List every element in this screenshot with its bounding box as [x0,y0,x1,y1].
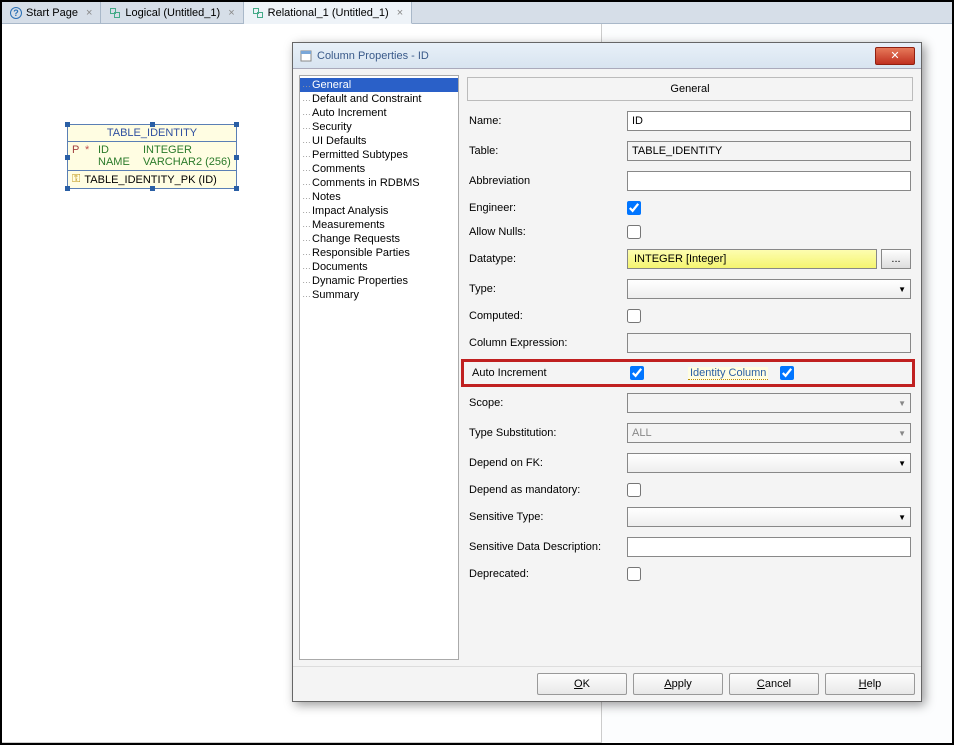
entity-columns: P * ID INTEGER NAME VARCHAR2 (256) [68,142,236,171]
type-label: Type: [465,283,615,295]
tree-item-comments[interactable]: Comments [300,162,458,176]
diagram-icon [109,7,121,19]
tree-item-comments-in-rdbms[interactable]: Comments in RDBMS [300,176,458,190]
name-label: Name: [465,115,615,127]
help-button[interactable]: Help [825,673,915,695]
chevron-down-icon: ▼ [898,429,906,438]
datatype-label: Datatype: [465,253,615,265]
allow-nulls-checkbox[interactable] [627,225,641,239]
column-expression-label: Column Expression: [465,337,615,349]
dialog-titlebar[interactable]: Column Properties - ID ✕ [293,43,921,69]
key-name: TABLE_IDENTITY_PK (ID) [84,174,216,186]
tree-item-notes[interactable]: Notes [300,190,458,204]
tree-item-default-and-constraint[interactable]: Default and Constraint [300,92,458,106]
apply-button[interactable]: Apply [633,673,723,695]
tree-item-measurements[interactable]: Measurements [300,218,458,232]
column-expression-field [627,333,911,353]
category-tree[interactable]: GeneralDefault and ConstraintAuto Increm… [299,75,459,660]
cancel-button[interactable]: Cancel [729,673,819,695]
scope-combo: ▼ [627,393,911,413]
computed-checkbox[interactable] [627,309,641,323]
identity-column-checkbox[interactable] [780,366,794,380]
type-combo[interactable]: ▼ [627,279,911,299]
tree-item-general[interactable]: General [300,78,458,92]
column-icon [299,49,313,63]
diagram-icon [252,7,264,19]
auto-increment-label: Auto Increment [468,367,618,379]
tab-start-page[interactable]: ? Start Page × [2,2,101,23]
editor-tabs: ? Start Page × Logical (Untitled_1) × Re… [2,2,952,24]
computed-label: Computed: [465,310,615,322]
auto-increment-highlight: Auto Increment Identity Column [461,359,915,387]
depend-as-mandatory-checkbox[interactable] [627,483,641,497]
allow-nulls-label: Allow Nulls: [465,226,615,238]
chevron-down-icon: ▼ [898,399,906,408]
auto-increment-checkbox[interactable] [630,366,644,380]
engineer-checkbox[interactable] [627,201,641,215]
tab-logical[interactable]: Logical (Untitled_1) × [101,2,243,23]
tree-item-auto-increment[interactable]: Auto Increment [300,106,458,120]
sensitive-data-description-label: Sensitive Data Description: [465,541,615,553]
close-icon[interactable]: × [86,7,92,19]
tree-item-security[interactable]: Security [300,120,458,134]
column-row[interactable]: P * ID INTEGER [72,144,232,156]
depend-as-mandatory-label: Depend as mandatory: [465,484,615,496]
dialog-buttons: OK Apply Cancel Help [293,666,921,701]
datatype-browse-button[interactable]: ... [881,249,911,269]
abbreviation-field[interactable] [627,171,911,191]
tab-label: Start Page [26,7,78,19]
tree-item-change-requests[interactable]: Change Requests [300,232,458,246]
ok-button[interactable]: OK [537,673,627,695]
close-icon[interactable]: × [397,7,403,19]
form-pane: General Name: Table: Abbreviation Engine… [465,75,915,660]
type-substitution-combo: ALL▼ [627,423,911,443]
abbreviation-label: Abbreviation [465,175,615,187]
table-entity[interactable]: TABLE_IDENTITY P * ID INTEGER NAME VARCH… [67,124,237,189]
column-properties-dialog: Column Properties - ID ✕ GeneralDefault … [292,42,922,702]
engineer-label: Engineer: [465,202,615,214]
section-title: General [467,77,913,101]
chevron-down-icon: ▼ [898,285,906,294]
help-icon: ? [10,7,22,19]
identity-column-label: Identity Column [688,367,768,380]
tree-item-responsible-parties[interactable]: Responsible Parties [300,246,458,260]
table-label: Table: [465,145,615,157]
tab-label: Relational_1 (Untitled_1) [268,7,389,19]
tree-item-documents[interactable]: Documents [300,260,458,274]
key-icon: ⚿ [72,173,80,186]
datatype-display: INTEGER [Integer] [627,249,877,269]
table-field [627,141,911,161]
sensitive-data-description-field[interactable] [627,537,911,557]
type-substitution-label: Type Substitution: [465,427,615,439]
depend-on-fk-combo[interactable]: ▼ [627,453,911,473]
tab-relational[interactable]: Relational_1 (Untitled_1) × [244,2,413,24]
deprecated-checkbox[interactable] [627,567,641,581]
tab-label: Logical (Untitled_1) [125,7,220,19]
depend-on-fk-label: Depend on FK: [465,457,615,469]
dialog-title: Column Properties - ID [317,50,875,62]
chevron-down-icon: ▼ [898,513,906,522]
scope-label: Scope: [465,397,615,409]
column-row[interactable]: NAME VARCHAR2 (256) [72,156,232,168]
tree-item-permitted-subtypes[interactable]: Permitted Subtypes [300,148,458,162]
deprecated-label: Deprecated: [465,568,615,580]
sensitive-type-combo[interactable]: ▼ [627,507,911,527]
tree-item-dynamic-properties[interactable]: Dynamic Properties [300,274,458,288]
tree-item-impact-analysis[interactable]: Impact Analysis [300,204,458,218]
tree-item-ui-defaults[interactable]: UI Defaults [300,134,458,148]
name-field[interactable] [627,111,911,131]
chevron-down-icon: ▼ [898,459,906,468]
tree-item-summary[interactable]: Summary [300,288,458,302]
close-button[interactable]: ✕ [875,47,915,65]
entity-title: TABLE_IDENTITY [68,125,236,142]
close-icon[interactable]: × [228,7,234,19]
sensitive-type-label: Sensitive Type: [465,511,615,523]
